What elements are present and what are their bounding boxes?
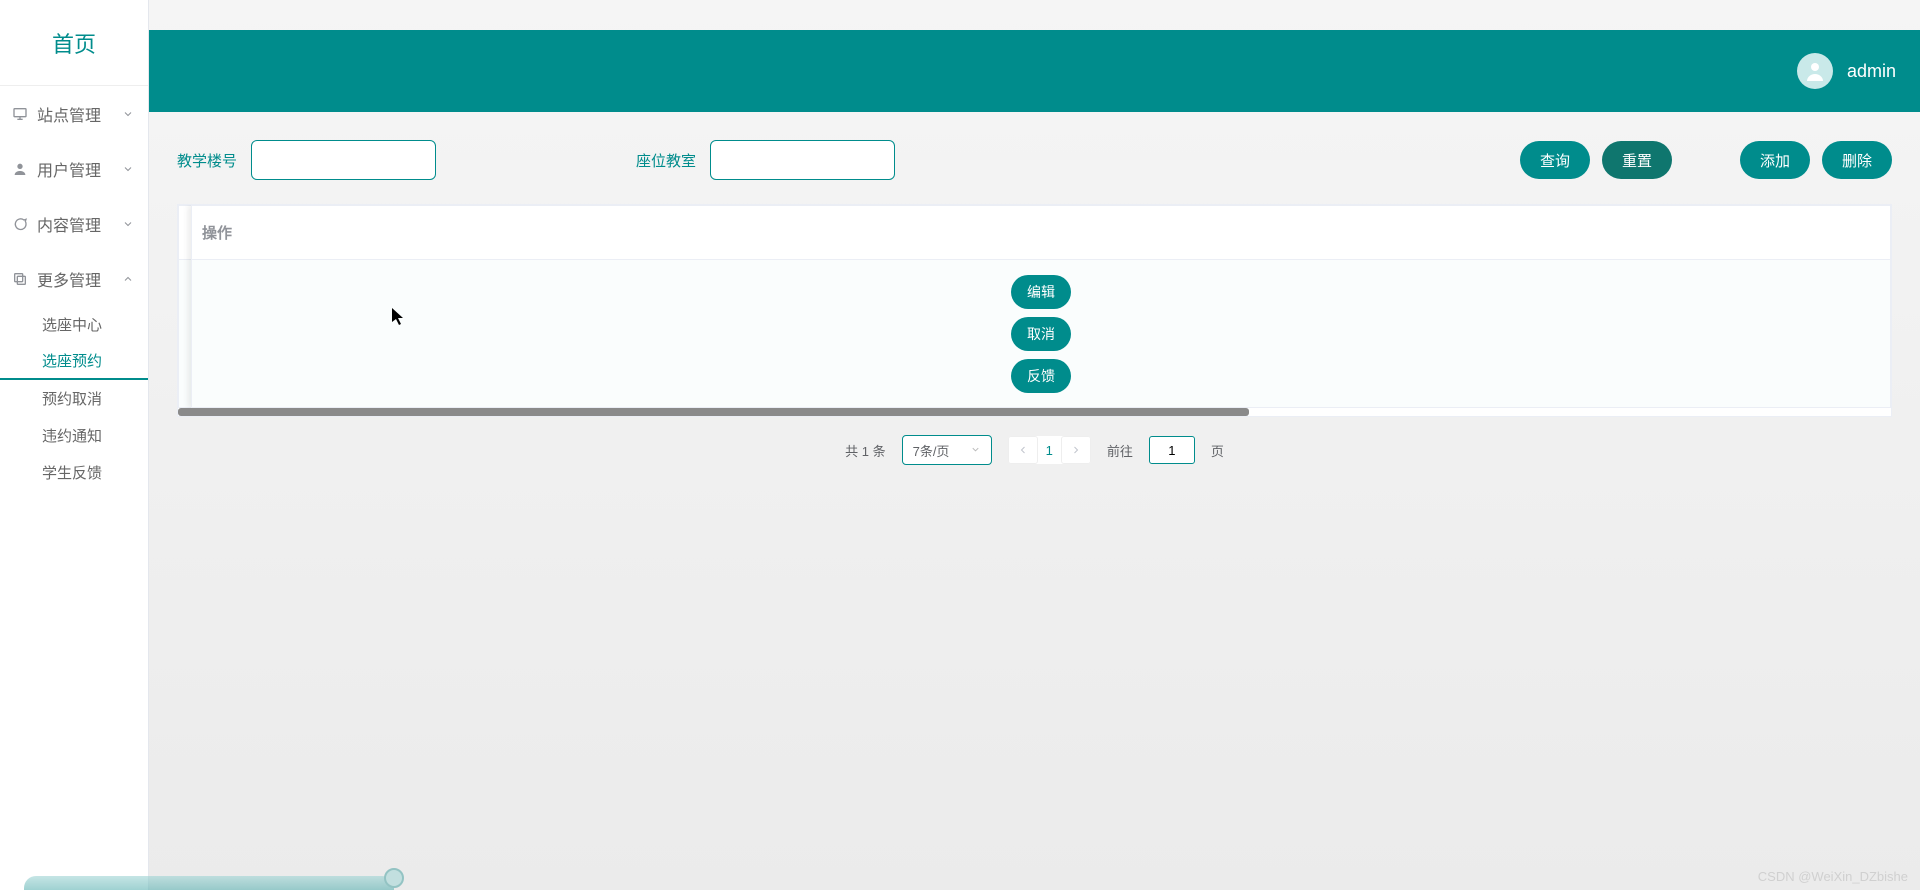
col-ops: 操作	[192, 206, 1891, 260]
sub-feedback[interactable]: 学生反馈	[0, 454, 148, 491]
search-button[interactable]: 查询	[1520, 141, 1590, 179]
add-button[interactable]: 添加	[1740, 141, 1810, 179]
sub-seat-book[interactable]: 选座预约	[0, 343, 148, 380]
page-size-label: 7条/页	[913, 441, 950, 460]
jump-page-input[interactable]	[1149, 436, 1195, 464]
sub-seat-center[interactable]: 选座中心	[0, 306, 148, 343]
menu-label: 站点管理	[37, 102, 101, 126]
menu-more[interactable]: 更多管理	[0, 251, 148, 306]
menu-content[interactable]: 内容管理	[0, 196, 148, 251]
desktop-icon	[12, 106, 28, 122]
sidebar: 首页 站点管理 用户管理	[0, 0, 149, 890]
table: 教学楼号 座位教室 预约时段 座位数量 已约人数 空余座位 预约用户	[177, 204, 1892, 417]
comment-icon	[12, 216, 28, 232]
delete-button[interactable]: 删除	[1822, 141, 1892, 179]
edit-button[interactable]: 编辑	[1011, 275, 1071, 309]
sub-book-cancel[interactable]: 预约取消	[0, 380, 148, 417]
building-label: 教学楼号	[177, 150, 237, 171]
user-name[interactable]: admin	[1847, 61, 1896, 82]
feedback-button[interactable]: 反馈	[1011, 359, 1071, 393]
watermark: CSDN @WeiXin_DZbishe	[1758, 869, 1908, 884]
menu-site[interactable]: 站点管理	[0, 86, 148, 141]
page-number[interactable]: 1	[1038, 443, 1061, 458]
cancel-button[interactable]: 取消	[1011, 317, 1071, 351]
pagination: 共 1 条 7条/页 1 前往	[177, 435, 1892, 465]
room-input[interactable]	[710, 140, 895, 180]
chevron-down-icon	[122, 162, 136, 176]
submenu-more: 选座中心 选座预约 预约取消 违约通知 学生反馈	[0, 306, 148, 491]
filter-building: 教学楼号	[177, 140, 436, 180]
room-label: 座位教室	[636, 150, 696, 171]
jump-prefix: 前往	[1107, 441, 1133, 460]
menu-user[interactable]: 用户管理	[0, 141, 148, 196]
chevron-up-icon	[122, 272, 136, 286]
main: admin 教学楼号 座位教室 查询 重置 添加 删除	[149, 0, 1920, 890]
fixed-ops-column: 操作 编辑 取消 反馈	[191, 205, 1891, 408]
building-input[interactable]	[251, 140, 436, 180]
filter-room: 座位教室	[636, 140, 895, 180]
avatar[interactable]	[1797, 53, 1833, 89]
pager-total: 共 1 条	[845, 441, 885, 460]
sub-violation[interactable]: 违约通知	[0, 417, 148, 454]
content: 教学楼号 座位教室 查询 重置 添加 删除	[149, 112, 1920, 890]
filter-row: 教学楼号 座位教室 查询 重置 添加 删除	[177, 140, 1892, 180]
sidebar-home[interactable]: 首页	[0, 0, 148, 86]
chevron-down-icon	[122, 107, 136, 121]
bottom-bar	[24, 876, 394, 890]
reset-button[interactable]: 重置	[1602, 141, 1672, 179]
prev-page-button[interactable]	[1008, 436, 1038, 464]
jump-suffix: 页	[1211, 441, 1224, 460]
filter-buttons: 查询 重置 添加 删除	[1520, 141, 1892, 179]
chevron-down-icon	[122, 217, 136, 231]
horizontal-scrollbar[interactable]	[178, 408, 1891, 416]
scrollbar-thumb[interactable]	[178, 408, 1249, 416]
copy-icon	[12, 271, 28, 287]
page-size-select[interactable]: 7条/页	[902, 435, 992, 465]
menu-label: 用户管理	[37, 157, 101, 181]
next-page-button[interactable]	[1061, 436, 1091, 464]
menu-label: 内容管理	[37, 212, 101, 236]
chevron-down-icon	[970, 443, 981, 458]
topbar: admin	[149, 30, 1920, 112]
user-icon	[12, 161, 28, 177]
menu-label: 更多管理	[37, 267, 101, 291]
